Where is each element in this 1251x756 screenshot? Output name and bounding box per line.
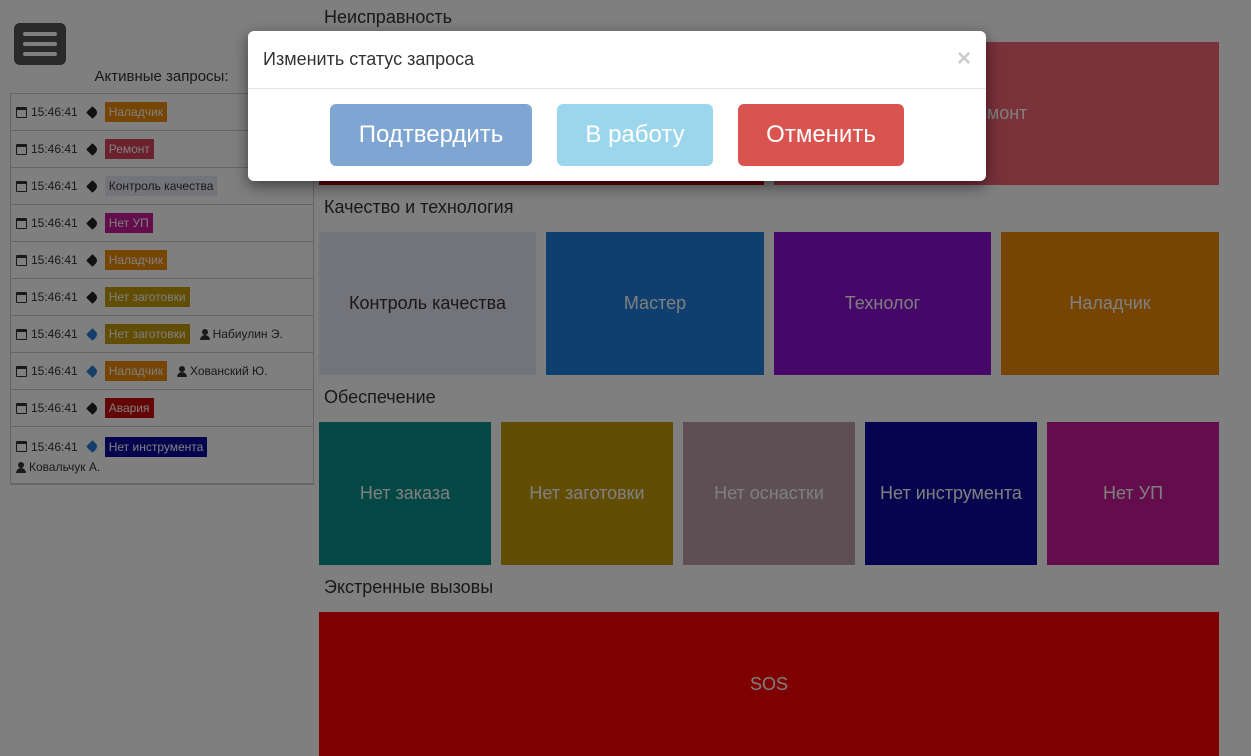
confirm-button[interactable]: Подтвердить bbox=[330, 104, 532, 166]
change-status-modal: Изменить статус запроса × Подтвердить В … bbox=[248, 31, 986, 181]
modal-title: Изменить статус запроса bbox=[263, 49, 475, 69]
modal-header: Изменить статус запроса × bbox=[248, 31, 986, 89]
close-icon[interactable]: × bbox=[957, 47, 971, 71]
cancel-button[interactable]: Отменить bbox=[738, 104, 904, 166]
in-work-button[interactable]: В работу bbox=[557, 104, 713, 166]
